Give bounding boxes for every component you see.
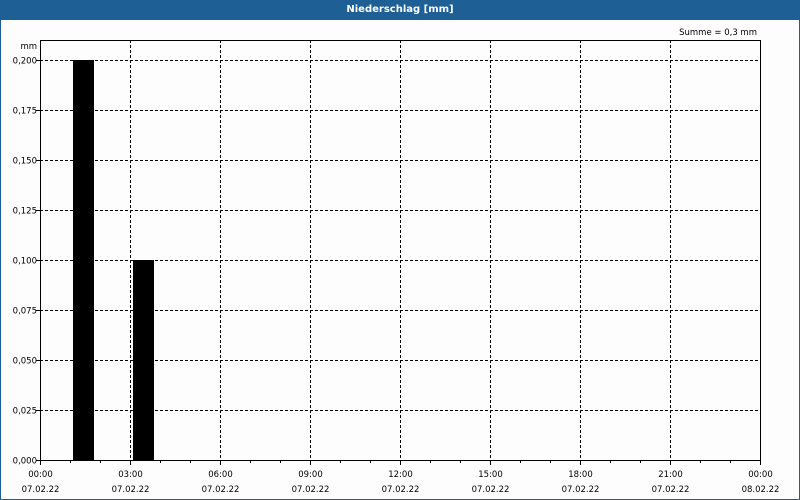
x-tick-label-date: 07.02.22 xyxy=(292,485,330,495)
x-tick-label-date: 07.02.22 xyxy=(652,485,690,495)
y-tick-label: 0,025 xyxy=(13,407,37,417)
x-tick-label-date: 07.02.22 xyxy=(562,485,600,495)
y-tick-label: 0,000 xyxy=(13,457,37,467)
x-tick-label-time: 09:00 xyxy=(298,470,323,480)
precipitation-bar xyxy=(73,60,94,460)
y-axis-label: mm xyxy=(20,42,37,52)
precipitation-chart: mm Summe = 0,3 mm 0,000 0,025 0,050 0,075 0,… xyxy=(13,28,780,495)
x-tick-label-date: 07.02.22 xyxy=(472,485,510,495)
y-tick-label: 0,175 xyxy=(13,107,37,117)
y-tick-label: 0,150 xyxy=(13,157,37,167)
precipitation-bar xyxy=(133,260,154,460)
y-tick-label: 0,075 xyxy=(13,307,37,317)
y-tick-label: 0,050 xyxy=(13,357,37,367)
x-tick-label-time: 00:00 xyxy=(748,470,773,480)
x-tick-label-time: 18:00 xyxy=(568,470,593,480)
x-tick-label-date: 07.02.22 xyxy=(22,485,60,495)
x-tick-label-date: 07.02.22 xyxy=(112,485,150,495)
y-tick-label: 0,125 xyxy=(13,207,37,217)
x-tick-label-date: 08.02.22 xyxy=(742,485,780,495)
x-tick-label-time: 00:00 xyxy=(28,470,53,480)
x-tick-label-time: 15:00 xyxy=(478,470,503,480)
y-tick-label: 0,200 xyxy=(13,57,37,67)
sum-annotation: Summe = 0,3 mm xyxy=(679,28,757,38)
x-tick-label-time: 06:00 xyxy=(208,470,233,480)
y-tick-label: 0,100 xyxy=(13,257,37,267)
x-tick-label-date: 07.02.22 xyxy=(382,485,420,495)
x-tick-label-date: 07.02.22 xyxy=(202,485,240,495)
x-tick-label-time: 03:00 xyxy=(118,470,143,480)
x-tick-label-time: 12:00 xyxy=(388,470,413,480)
x-tick-label-time: 21:00 xyxy=(658,470,683,480)
